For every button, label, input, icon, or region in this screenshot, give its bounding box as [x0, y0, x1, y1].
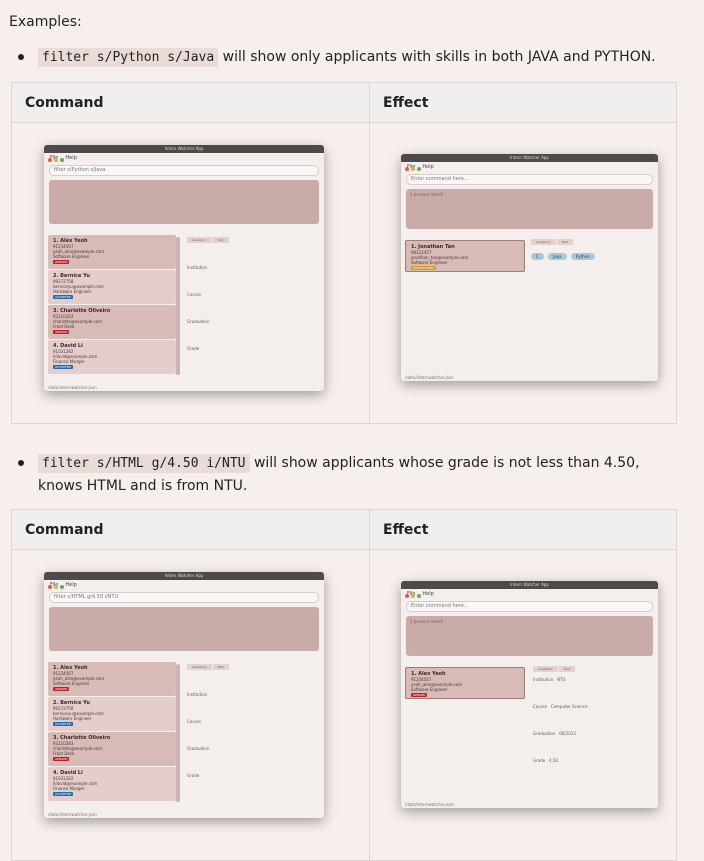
effect-header: Effect	[369, 82, 677, 123]
menu-help[interactable]: Help	[422, 164, 433, 170]
storage-path: /data/internwatcher.json	[405, 375, 454, 380]
command-input[interactable]: Enter command here...	[406, 601, 653, 612]
titlebar: Intern Watcher App	[44, 572, 324, 589]
menu-help[interactable]: Help	[65, 155, 76, 161]
skill-pill: C	[531, 253, 544, 260]
tab-skill[interactable]: Skill	[556, 239, 573, 245]
result-display	[49, 180, 319, 224]
tab-academic[interactable]: Academic	[187, 664, 212, 670]
detail-panel: Academic Skill Institution Course Graduat…	[187, 237, 230, 351]
effect-cell: Intern Watcher App FileHelp Enter comman…	[369, 122, 677, 424]
tab-skill[interactable]: Skill	[212, 237, 229, 243]
list-item[interactable]: 4. David Li 91031282 lidavid@example.com Fi…	[48, 340, 176, 374]
list-scrollbar[interactable]	[176, 664, 180, 802]
app-window-command-1: Intern Watcher App FileHelp filter s/Pyt…	[44, 145, 324, 391]
examples-heading: Examples:	[9, 14, 82, 30]
detail-panel: Academic Skill Institution Course Graduat…	[187, 664, 230, 778]
titlebar: Intern Watcher App	[44, 145, 324, 162]
list-item[interactable]: 4. David Li 91031282 lidavid@example.com Fi…	[48, 767, 176, 801]
skill-pill: Java	[548, 253, 567, 260]
command-input[interactable]: filter s/Python s/Java	[49, 165, 319, 176]
result-display: 1 persons listed!	[406, 189, 653, 229]
person-list: 1. Alex Yeoh 91234567 yeoh_alex@example.co…	[405, 667, 525, 700]
example-1-table: Command Effect Intern Watcher App FileHe…	[11, 82, 677, 424]
list-item[interactable]: 1. Alex Yeoh 91234567 yeoh_alex@example.co…	[48, 235, 176, 269]
command-cell: Intern Watcher App FileHelp filter s/HTM…	[11, 549, 370, 861]
list-item[interactable]: 3. Charlotte Oliveiro 93210283 charlotte@e…	[48, 732, 176, 766]
example-1-bullet: filter s/Python s/Java will show only ap…	[18, 46, 688, 69]
example-1-text: will show only applicants with skills in…	[218, 49, 656, 65]
tab-skill[interactable]: Skill	[212, 664, 229, 670]
titlebar: Intern Watcher App	[401, 581, 658, 598]
example-2-bullet: filter s/HTML g/4.50 i/NTU will show app…	[18, 452, 688, 497]
app-window-effect-2: Intern Watcher App FileHelp Enter comman…	[401, 581, 658, 808]
bullet-dot	[18, 54, 24, 60]
command-header: Command	[11, 82, 370, 123]
result-display	[49, 607, 319, 651]
detail-panel: Academic Skill Institution NTU Course Com…	[533, 666, 588, 763]
example-1-code: filter s/Python s/Java	[38, 48, 219, 67]
app-window-command-2: Intern Watcher App FileHelp filter s/HTM…	[44, 572, 324, 818]
menu-help[interactable]: Help	[65, 582, 76, 588]
result-display: 1 persons listed!	[406, 616, 653, 656]
skills-panel: Academic Skill C Java Python	[531, 239, 598, 260]
menu-help[interactable]: Help	[422, 591, 433, 597]
list-item[interactable]: 1. Alex Yeoh 91234567 yeoh_alex@example.co…	[48, 662, 176, 696]
command-header: Command	[11, 509, 370, 550]
tab-academic[interactable]: Academic	[187, 237, 212, 243]
tab-academic[interactable]: Academic	[531, 239, 556, 245]
titlebar: Intern Watcher App	[401, 154, 658, 171]
list-item[interactable]: 1. Jonathan Tan 98123457 jonathan_tan@exam…	[405, 240, 525, 272]
list-item[interactable]: 2. Bernice Yu 99272758 berniceyu@example.c…	[48, 697, 176, 731]
skill-pill: Python	[570, 253, 595, 260]
list-item[interactable]: 1. Alex Yeoh 91234567 yeoh_alex@example.co…	[405, 667, 525, 699]
storage-path: /data/internwatcher.json	[48, 385, 97, 390]
person-list: 1. Alex Yeoh 91234567 yeoh_alex@example.co…	[48, 662, 176, 802]
effect-header: Effect	[369, 509, 677, 550]
command-cell: Intern Watcher App FileHelp filter s/Pyt…	[11, 122, 370, 424]
example-2-code: filter s/HTML g/4.50 i/NTU	[38, 454, 250, 473]
tab-academic[interactable]: Academic	[533, 666, 558, 672]
command-input[interactable]: filter s/HTML g/4.50 i/NTU	[49, 592, 319, 603]
list-item[interactable]: 3. Charlotte Oliveiro 93210283 charlotte@e…	[48, 305, 176, 339]
person-list: 1. Alex Yeoh 91234567 yeoh_alex@example.co…	[48, 235, 176, 375]
person-list: 1. Jonathan Tan 98123457 jonathan_tan@exam…	[405, 240, 525, 273]
storage-path: /data/internwatcher.json	[48, 812, 97, 817]
storage-path: /data/internwatcher.json	[405, 802, 454, 807]
effect-cell: Intern Watcher App FileHelp Enter comman…	[369, 549, 677, 861]
list-scrollbar[interactable]	[176, 237, 180, 375]
bullet-dot	[18, 460, 24, 466]
example-2-table: Command Effect Intern Watcher App FileHe…	[11, 509, 677, 861]
app-window-effect-1: Intern Watcher App FileHelp Enter comman…	[401, 154, 658, 381]
command-input[interactable]: Enter command here...	[406, 174, 653, 185]
list-item[interactable]: 2. Bernice Yu 99272758 berniceyu@example.c…	[48, 270, 176, 304]
tab-skill[interactable]: Skill	[558, 666, 575, 672]
